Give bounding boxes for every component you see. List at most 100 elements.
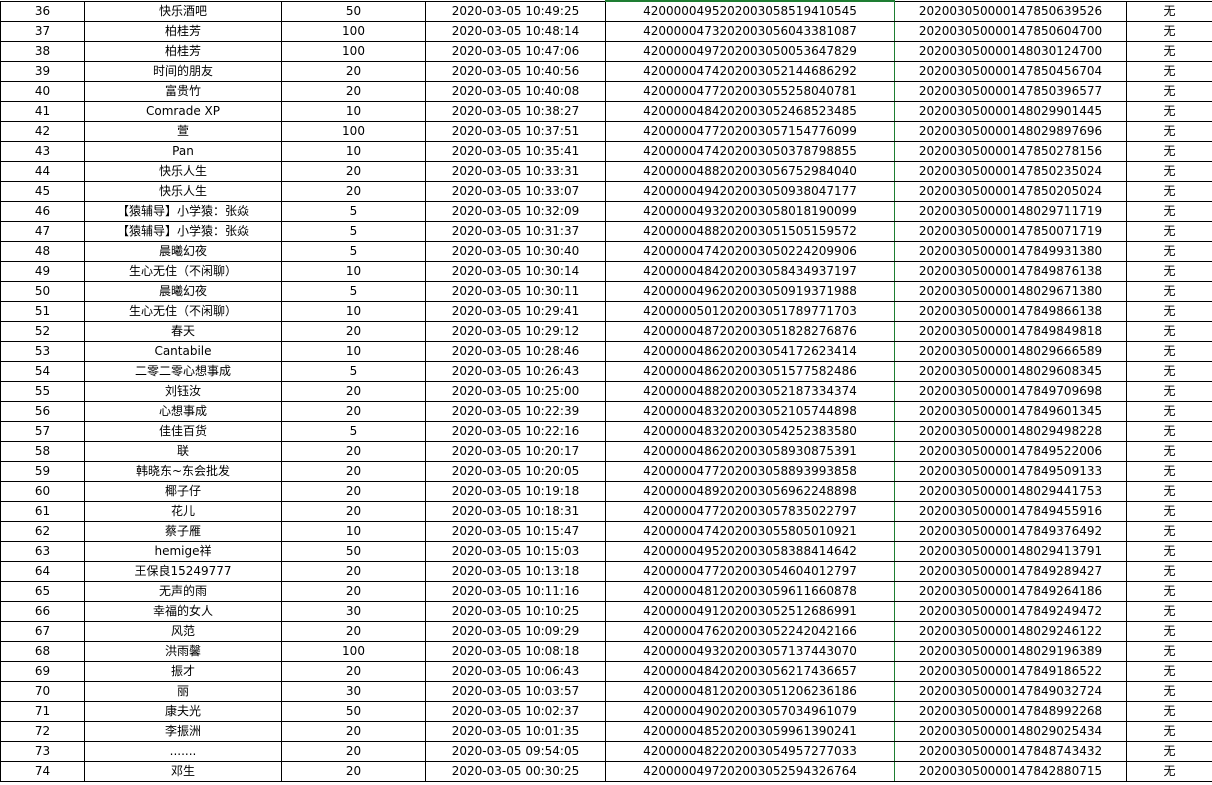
amount-cell[interactable]: 5 [281,201,426,222]
payment-time-cell[interactable]: 2020-03-05 10:08:18 [425,641,606,662]
order-number-cell[interactable]: 202003050000148029413791 [894,541,1127,562]
amount-cell[interactable]: 30 [281,681,426,702]
refund-status-cell[interactable]: 无 [1126,601,1212,622]
refund-status-cell[interactable]: 无 [1126,221,1212,242]
amount-cell[interactable]: 20 [281,61,426,82]
payer-name-cell[interactable]: 柏桂芳 [84,41,282,62]
payer-name-cell[interactable]: 椰子仔 [84,481,282,502]
refund-status-cell[interactable]: 无 [1126,461,1212,482]
refund-status-cell[interactable]: 无 [1126,721,1212,742]
amount-cell[interactable]: 20 [281,181,426,202]
payment-time-cell[interactable]: 2020-03-05 10:26:43 [425,361,606,382]
row-number-cell[interactable]: 72 [0,721,85,742]
row-number-cell[interactable]: 54 [0,361,85,382]
refund-status-cell[interactable]: 无 [1126,381,1212,402]
payment-time-cell[interactable]: 2020-03-05 10:22:16 [425,421,606,442]
payment-time-cell[interactable]: 2020-03-05 10:33:07 [425,181,606,202]
row-number-cell[interactable]: 48 [0,241,85,262]
order-number-cell[interactable]: 202003050000147850456704 [894,61,1127,82]
amount-cell[interactable]: 10 [281,261,426,282]
amount-cell[interactable]: 20 [281,461,426,482]
transaction-id-cell[interactable]: 4200000474202003050378798855 [605,141,895,162]
transaction-id-cell[interactable]: 4200000483202003052105744898 [605,401,895,422]
row-number-cell[interactable]: 52 [0,321,85,342]
transaction-id-cell[interactable]: 4200000493202003058018190099 [605,201,895,222]
order-number-cell[interactable]: 202003050000148029196389 [894,641,1127,662]
row-number-cell[interactable]: 44 [0,161,85,182]
amount-cell[interactable]: 10 [281,141,426,162]
row-number-cell[interactable]: 68 [0,641,85,662]
amount-cell[interactable]: 20 [281,501,426,522]
payer-name-cell[interactable]: Cantabile [84,341,282,362]
payment-time-cell[interactable]: 2020-03-05 10:30:11 [425,281,606,302]
order-number-cell[interactable]: 202003050000148029246122 [894,621,1127,642]
transaction-id-cell[interactable]: 4200000489202003056962248898 [605,481,895,502]
refund-status-cell[interactable]: 无 [1126,321,1212,342]
order-number-cell[interactable]: 202003050000147849601345 [894,401,1127,422]
payment-time-cell[interactable]: 2020-03-05 10:02:37 [425,701,606,722]
refund-status-cell[interactable]: 无 [1126,441,1212,462]
refund-status-cell[interactable]: 无 [1126,81,1212,102]
transaction-id-cell[interactable]: 4200000477202003055258040781 [605,81,895,102]
amount-cell[interactable]: 20 [281,581,426,602]
order-number-cell[interactable]: 202003050000147849522006 [894,441,1127,462]
row-number-cell[interactable]: 46 [0,201,85,222]
amount-cell[interactable]: 20 [281,441,426,462]
order-number-cell[interactable]: 202003050000147850396577 [894,81,1127,102]
amount-cell[interactable]: 20 [281,621,426,642]
payment-time-cell[interactable]: 2020-03-05 10:06:43 [425,661,606,682]
order-number-cell[interactable]: 202003050000148029025434 [894,721,1127,742]
order-number-cell[interactable]: 202003050000147842880715 [894,761,1127,782]
payer-name-cell[interactable]: 快乐酒吧 [84,0,282,22]
payer-name-cell[interactable]: 萱 [84,121,282,142]
payer-name-cell[interactable]: 丽 [84,681,282,702]
row-number-cell[interactable]: 64 [0,561,85,582]
refund-status-cell[interactable]: 无 [1126,501,1212,522]
payer-name-cell[interactable]: 时间的朋友 [84,61,282,82]
amount-cell[interactable]: 100 [281,641,426,662]
amount-cell[interactable]: 10 [281,301,426,322]
order-number-cell[interactable]: 202003050000147849876138 [894,261,1127,282]
row-number-cell[interactable]: 49 [0,261,85,282]
refund-status-cell[interactable]: 无 [1126,681,1212,702]
order-number-cell[interactable]: 202003050000147849249472 [894,601,1127,622]
refund-status-cell[interactable]: 无 [1126,61,1212,82]
row-number-cell[interactable]: 39 [0,61,85,82]
payer-name-cell[interactable]: 快乐人生 [84,161,282,182]
transaction-id-cell[interactable]: 4200000476202003052242042166 [605,621,895,642]
amount-cell[interactable]: 5 [281,361,426,382]
row-number-cell[interactable]: 55 [0,381,85,402]
transaction-id-cell[interactable]: 4200000477202003057154776099 [605,121,895,142]
payer-name-cell[interactable]: hemige祥 [84,541,282,562]
payer-name-cell[interactable]: Pan [84,141,282,162]
order-number-cell[interactable]: 202003050000147850235024 [894,161,1127,182]
payer-name-cell[interactable]: 富贵竹 [84,81,282,102]
payment-time-cell[interactable]: 2020-03-05 09:54:05 [425,741,606,762]
transaction-id-cell[interactable]: 4200000490202003057034961079 [605,701,895,722]
row-number-cell[interactable]: 63 [0,541,85,562]
transaction-id-cell[interactable]: 4200000477202003058893993858 [605,461,895,482]
refund-status-cell[interactable]: 无 [1126,521,1212,542]
row-number-cell[interactable]: 61 [0,501,85,522]
row-number-cell[interactable]: 71 [0,701,85,722]
transaction-id-cell[interactable]: 4200000474202003052144686292 [605,61,895,82]
transaction-id-cell[interactable]: 4200000474202003055805010921 [605,521,895,542]
transaction-id-cell[interactable]: 4200000487202003051828276876 [605,321,895,342]
payer-name-cell[interactable]: 生心无住（不闲聊） [84,301,282,322]
refund-status-cell[interactable]: 无 [1126,161,1212,182]
payer-name-cell[interactable]: 佳佳百货 [84,421,282,442]
amount-cell[interactable]: 20 [281,381,426,402]
payment-time-cell[interactable]: 2020-03-05 10:33:31 [425,161,606,182]
order-number-cell[interactable]: 202003050000147849289427 [894,561,1127,582]
amount-cell[interactable]: 10 [281,101,426,122]
transaction-id-cell[interactable]: 4200000484202003056217436657 [605,661,895,682]
amount-cell[interactable]: 100 [281,21,426,42]
amount-cell[interactable]: 20 [281,321,426,342]
refund-status-cell[interactable]: 无 [1126,0,1212,22]
transaction-id-cell[interactable]: 4200000486202003054172623414 [605,341,895,362]
amount-cell[interactable]: 20 [281,81,426,102]
payment-time-cell[interactable]: 2020-03-05 10:40:08 [425,81,606,102]
payer-name-cell[interactable]: Comrade XP [84,101,282,122]
order-number-cell[interactable]: 202003050000148029666589 [894,341,1127,362]
transaction-id-cell[interactable]: 4200000496202003050919371988 [605,281,895,302]
